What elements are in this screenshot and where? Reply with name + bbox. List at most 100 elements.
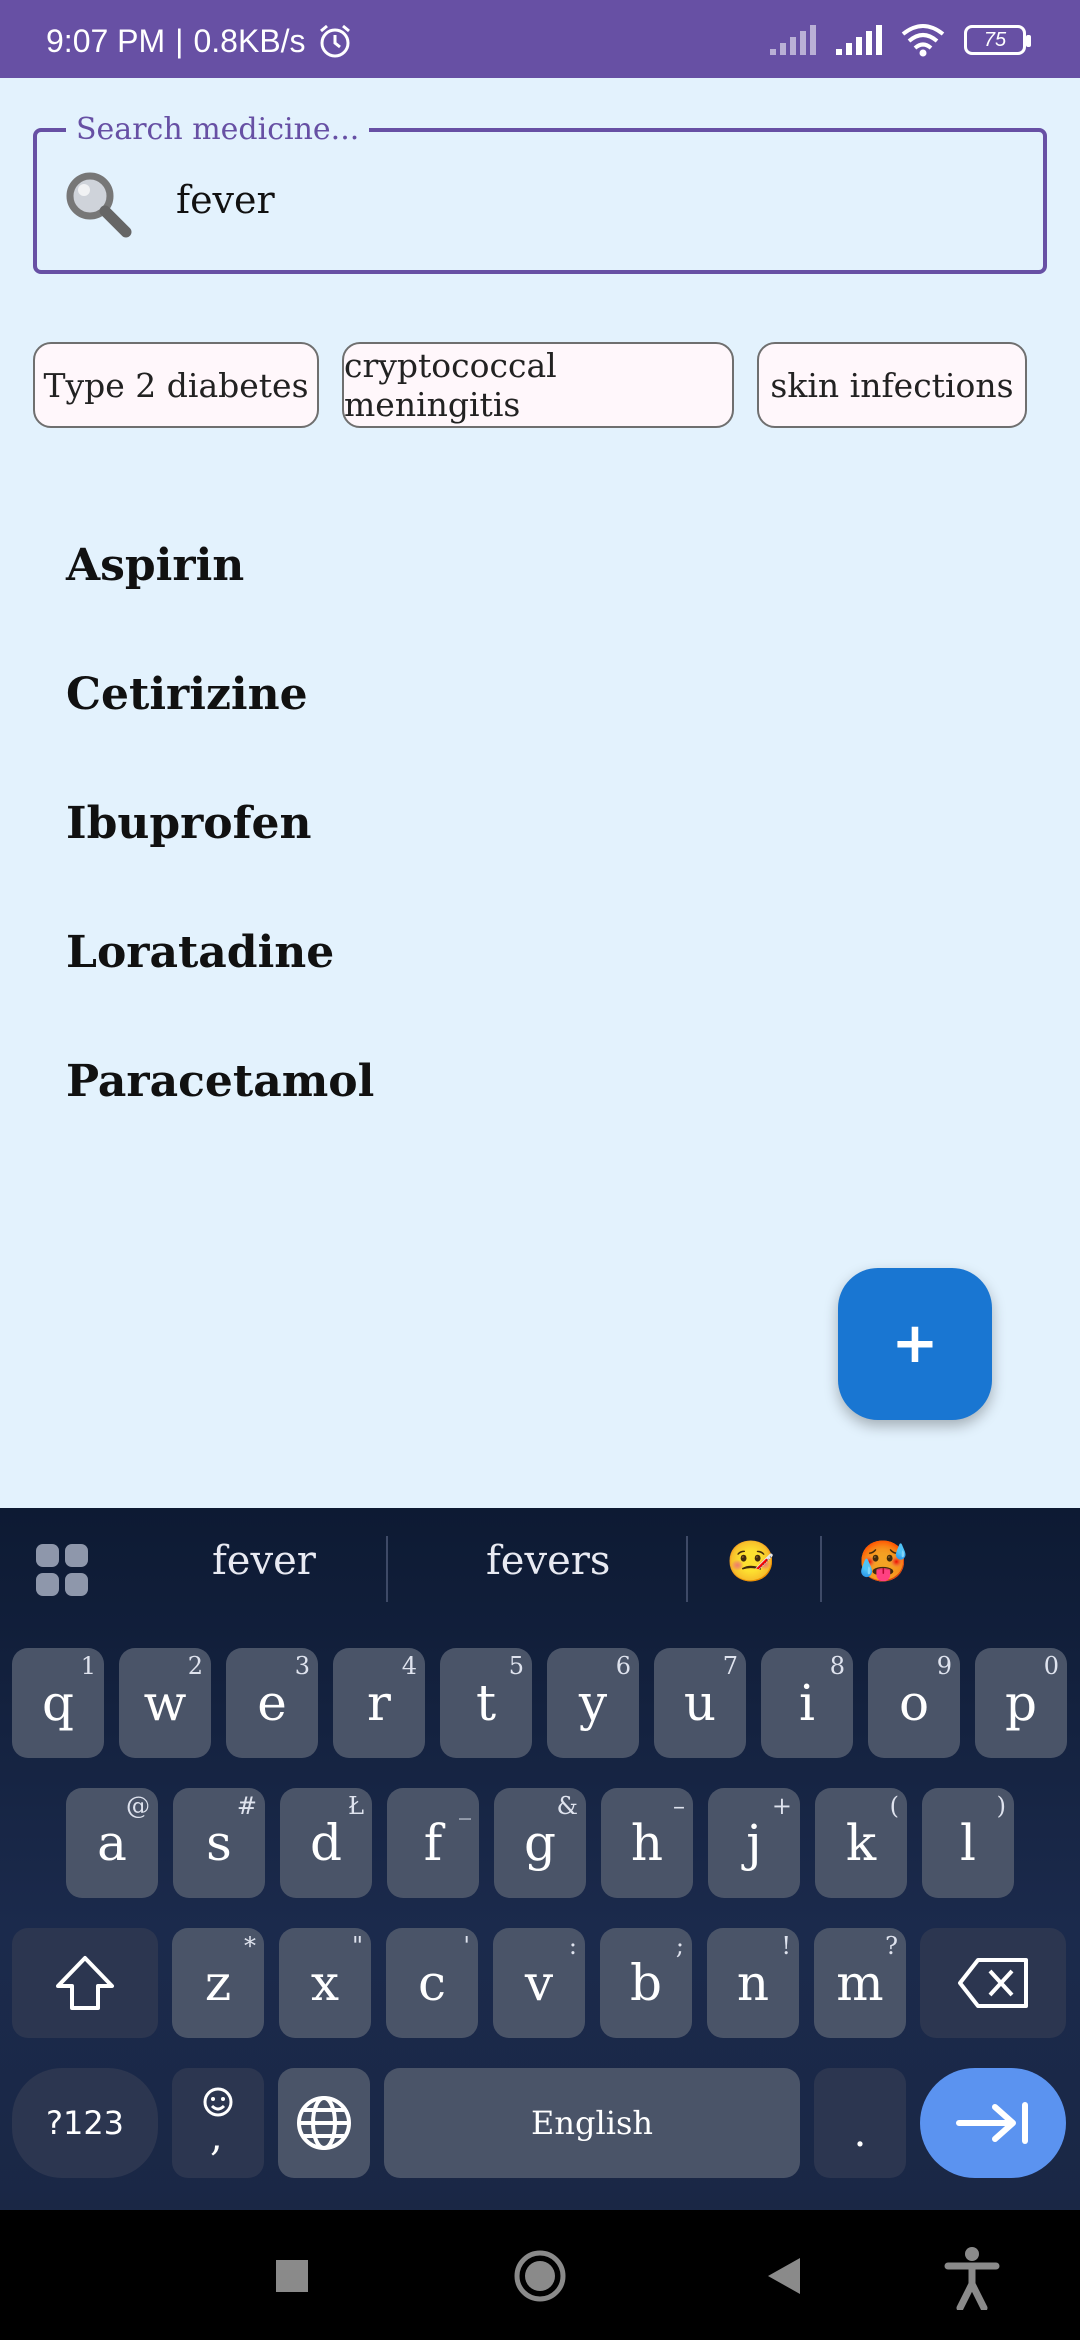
wifi-icon (901, 24, 945, 57)
enter-key[interactable] (920, 2068, 1066, 2178)
search-icon (66, 172, 132, 238)
key-label: n (736, 1954, 770, 2012)
shift-arrow-icon (56, 1956, 114, 2010)
key-k[interactable]: k( (815, 1788, 907, 1898)
add-medicine-button[interactable]: + (838, 1268, 992, 1420)
suggestion-emoji-hot-face[interactable]: 🥵 (858, 1538, 908, 1585)
key-hint: 6 (615, 1652, 631, 1680)
back-triangle-icon[interactable] (762, 2254, 806, 2298)
battery-level: 75 (983, 28, 1007, 51)
key-m[interactable]: m? (814, 1928, 906, 2038)
key-hint: Ł (347, 1792, 364, 1820)
key-label: q (41, 1674, 74, 1732)
key-hint: 9 (936, 1652, 952, 1680)
key-hint: _ (459, 1792, 471, 1820)
accessibility-icon[interactable] (944, 2246, 1000, 2310)
key-hint: ; (675, 1932, 684, 1960)
key-label: d (309, 1814, 342, 1872)
key-g[interactable]: g & (494, 1788, 586, 1898)
key-z[interactable]: z * (172, 1928, 264, 2038)
plus-icon: + (891, 1311, 939, 1376)
key-label: w (143, 1674, 187, 1732)
key-v[interactable]: v: (493, 1928, 585, 2038)
keyboard: fever fevers 🤒 🥵 ?123 , English . q 1 w … (0, 1508, 1080, 2210)
key-x[interactable]: x " (279, 1928, 371, 2038)
home-circle-icon[interactable] (512, 2248, 568, 2304)
chip-cryptococcal-meningitis[interactable]: cryptococcal meningitis (342, 342, 734, 428)
key-j[interactable]: j + (708, 1788, 800, 1898)
key-hint: 5 (508, 1652, 524, 1680)
result-item-paracetamol[interactable]: Paracetamol (66, 1056, 374, 1107)
key-p[interactable]: p0 (975, 1648, 1067, 1758)
apps-grid-icon[interactable] (34, 1542, 90, 1598)
suggestion-fever[interactable]: fever (212, 1538, 316, 1584)
recents-square-icon[interactable] (272, 2256, 312, 2296)
backspace-icon (958, 1958, 1028, 2008)
key-o[interactable]: o9 (868, 1648, 960, 1758)
key-f[interactable]: f _ (387, 1788, 479, 1898)
key-u[interactable]: u7 (654, 1648, 746, 1758)
key-hint: ( (889, 1792, 899, 1820)
key-label: s (206, 1814, 232, 1872)
key-label: h (630, 1814, 664, 1872)
key-t[interactable]: t5 (440, 1648, 532, 1758)
comma-key[interactable]: , (172, 2068, 264, 2178)
key-b[interactable]: b; (600, 1928, 692, 2038)
status-right: 75 (768, 22, 1031, 58)
chip-type-2-diabetes[interactable]: Type 2 diabetes (33, 342, 319, 428)
battery-icon: 75 (964, 25, 1031, 55)
status-bar: 9:07 PM | 0.8KB/s 75 (0, 0, 1080, 78)
key-r[interactable]: r4 (333, 1648, 425, 1758)
key-d[interactable]: dŁ (280, 1788, 372, 1898)
key-hint: 7 (722, 1652, 738, 1680)
key-label: j (746, 1814, 762, 1872)
key-l[interactable]: l) (922, 1788, 1014, 1898)
chip-skin-infections[interactable]: skin infections (757, 342, 1027, 428)
key-hint: ) (996, 1792, 1006, 1820)
key-q[interactable]: q1 (12, 1648, 104, 1758)
key-hint: " (351, 1932, 363, 1960)
key-a[interactable]: a @ (66, 1788, 158, 1898)
key-hint: * (244, 1932, 256, 1960)
result-item-loratadine[interactable]: Loratadine (66, 927, 334, 978)
key-hint: 8 (829, 1652, 845, 1680)
result-item-aspirin[interactable]: Aspirin (66, 540, 244, 591)
space-key[interactable]: English (384, 2068, 800, 2178)
key-hint: 4 (401, 1652, 417, 1680)
key-label: x (310, 1954, 340, 2012)
backspace-key[interactable] (920, 1928, 1066, 2038)
key-hint: 1 (80, 1652, 96, 1680)
key-h[interactable]: h – (601, 1788, 693, 1898)
key-y[interactable]: y6 (547, 1648, 639, 1758)
language-key[interactable] (278, 2068, 370, 2178)
key-hint: + (771, 1792, 792, 1820)
suggestion-emoji-thermometer-face[interactable]: 🤒 (726, 1538, 776, 1585)
result-item-ibuprofen[interactable]: Ibuprofen (66, 798, 312, 849)
navigation-bar (0, 2210, 1080, 2340)
key-label: g (523, 1814, 556, 1872)
search-input[interactable] (176, 170, 996, 230)
key-n[interactable]: n! (707, 1928, 799, 2038)
key-label: c (417, 1954, 446, 2012)
key-hint: 2 (187, 1652, 203, 1680)
suggestion-fevers[interactable]: fevers (486, 1538, 610, 1584)
symbols-key-label: ?123 (45, 2104, 125, 2142)
key-w[interactable]: w2 (119, 1648, 211, 1758)
period-key[interactable]: . (814, 2068, 906, 2178)
suggestion-divider (386, 1536, 388, 1602)
key-hint: ' (463, 1932, 470, 1960)
result-item-cetirizine[interactable]: Cetirizine (66, 669, 308, 720)
key-label: f (423, 1814, 443, 1872)
period-key-label: . (853, 2110, 867, 2156)
key-c[interactable]: c ' (386, 1928, 478, 2038)
shift-key[interactable] (12, 1928, 158, 2038)
key-e[interactable]: e3 (226, 1648, 318, 1758)
symbols-key[interactable]: ?123 (12, 2068, 158, 2178)
key-hint: 3 (294, 1652, 310, 1680)
key-label: u (683, 1674, 717, 1732)
key-i[interactable]: i8 (761, 1648, 853, 1758)
key-s[interactable]: s # (173, 1788, 265, 1898)
key-label: o (898, 1674, 930, 1732)
key-hint: @ (126, 1792, 150, 1820)
key-hint: 0 (1043, 1652, 1059, 1680)
